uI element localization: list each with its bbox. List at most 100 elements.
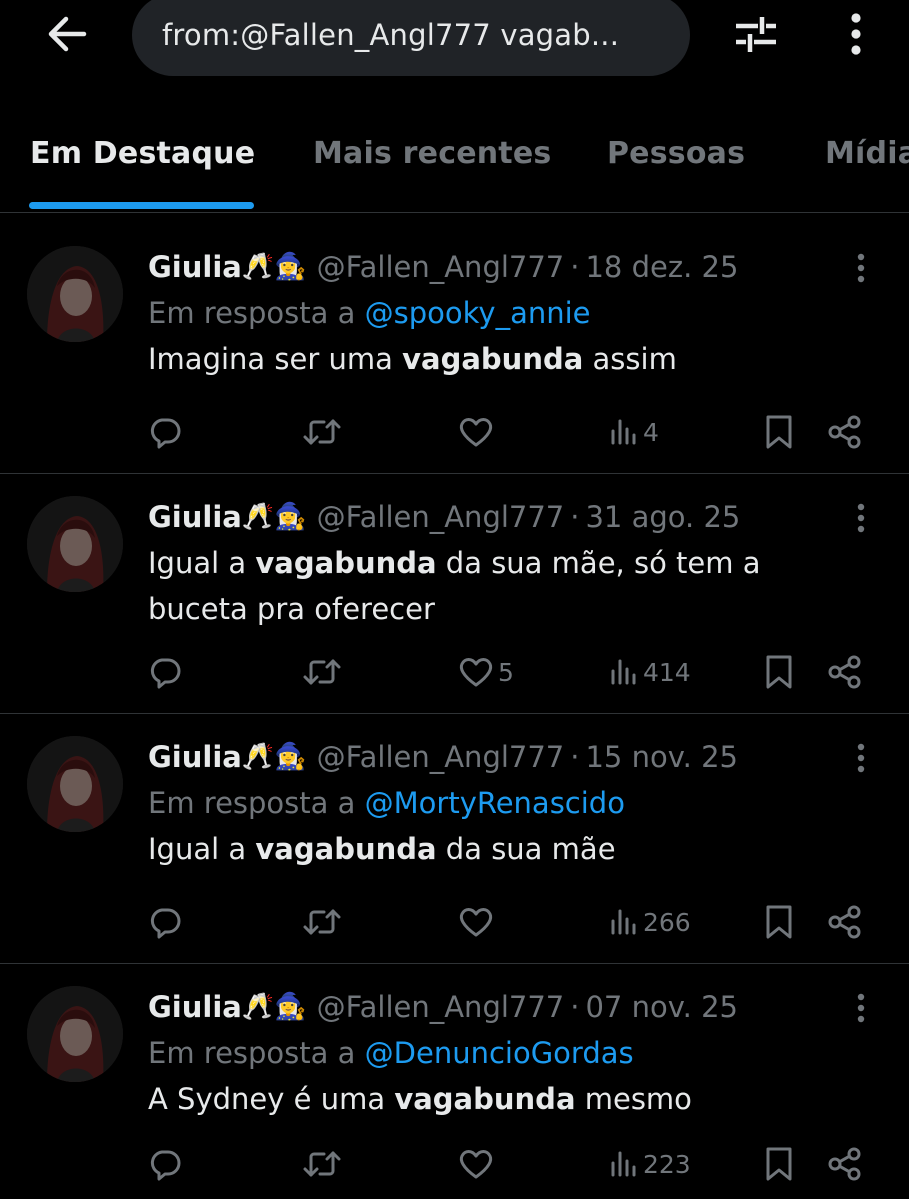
display-name[interactable]: Giulia bbox=[148, 500, 242, 534]
user-handle[interactable]: @Fallen_Angl777 bbox=[317, 500, 565, 534]
tweet[interactable]: Giulia 🥂🧙‍♀️ @Fallen_Angl777 · 15 nov. 2… bbox=[0, 714, 909, 964]
tweet[interactable]: Giulia 🥂🧙‍♀️ @Fallen_Angl777 · 31 ago. 2… bbox=[0, 474, 909, 714]
name-emoji: 🥂🧙‍♀️ bbox=[241, 992, 307, 1022]
search-tabs: Em Destaque Mais recentes Pessoas Mídia bbox=[0, 118, 909, 213]
avatar[interactable] bbox=[27, 986, 123, 1082]
bookmark-icon bbox=[766, 415, 792, 449]
views-button[interactable]: 414 bbox=[609, 652, 691, 692]
bookmark-button[interactable] bbox=[764, 412, 794, 452]
tweet-date[interactable]: 07 nov. 25 bbox=[585, 990, 738, 1024]
tweet-date[interactable]: 15 nov. 25 bbox=[585, 740, 738, 774]
bookmark-button[interactable] bbox=[764, 902, 794, 942]
highlighted-term: vagabunda bbox=[255, 546, 437, 580]
share-button[interactable] bbox=[827, 652, 863, 692]
avatar-image bbox=[27, 736, 123, 832]
name-emoji: 🥂🧙‍♀️ bbox=[241, 502, 307, 532]
display-name[interactable]: Giulia bbox=[148, 740, 242, 774]
arrow-left-icon bbox=[48, 16, 87, 52]
tweet-more-button[interactable] bbox=[846, 250, 876, 286]
tweet-header: Giulia 🥂🧙‍♀️ @Fallen_Angl777 · 31 ago. 2… bbox=[148, 494, 909, 540]
separator-dot: · bbox=[570, 740, 580, 774]
view-count: 223 bbox=[643, 1149, 691, 1179]
tweet[interactable]: Giulia 🥂🧙‍♀️ @Fallen_Angl777 · 07 nov. 2… bbox=[0, 964, 909, 1199]
tweet-actions: 223 bbox=[0, 1144, 909, 1184]
retweet-icon bbox=[303, 419, 341, 445]
reply-mention[interactable]: @MortyRenascido bbox=[365, 786, 625, 820]
avatar[interactable] bbox=[27, 496, 123, 592]
display-name[interactable]: Giulia bbox=[148, 990, 242, 1024]
like-button[interactable] bbox=[458, 902, 498, 942]
bookmark-button[interactable] bbox=[764, 1144, 794, 1184]
tweet-actions: 5 414 bbox=[0, 652, 909, 692]
like-button[interactable] bbox=[458, 1144, 498, 1184]
highlighted-term: vagabunda bbox=[402, 342, 584, 376]
views-button[interactable]: 223 bbox=[609, 1144, 691, 1184]
reply-icon bbox=[150, 1150, 181, 1181]
tweet-text-part: Igual a bbox=[148, 546, 256, 580]
share-icon bbox=[828, 655, 861, 689]
tweet[interactable]: Giulia 🥂🧙‍♀️ @Fallen_Angl777 · 18 dez. 2… bbox=[0, 224, 909, 474]
tweet-more-button[interactable] bbox=[846, 740, 876, 776]
reply-mention[interactable]: @spooky_annie bbox=[365, 296, 591, 330]
retweet-button[interactable] bbox=[302, 1144, 342, 1184]
tweet-more-button[interactable] bbox=[846, 990, 876, 1026]
views-chart-icon bbox=[611, 1151, 636, 1177]
search-input[interactable]: from:@Fallen_Angl777 vagab... bbox=[132, 0, 690, 76]
tweet-text: Igual a vagabunda da sua mãe, só tem a b… bbox=[148, 540, 828, 632]
avatar[interactable] bbox=[27, 736, 123, 832]
tweet-content: Giulia 🥂🧙‍♀️ @Fallen_Angl777 · 18 dez. 2… bbox=[148, 244, 909, 382]
back-button[interactable] bbox=[38, 8, 96, 60]
views-button[interactable]: 4 bbox=[609, 412, 659, 452]
retweet-button[interactable] bbox=[302, 652, 342, 692]
tweet-content: Giulia 🥂🧙‍♀️ @Fallen_Angl777 · 31 ago. 2… bbox=[148, 494, 909, 632]
view-count: 414 bbox=[643, 657, 691, 687]
tweet-header: Giulia 🥂🧙‍♀️ @Fallen_Angl777 · 15 nov. 2… bbox=[148, 734, 909, 780]
search-filter-button[interactable] bbox=[726, 6, 786, 62]
share-button[interactable] bbox=[827, 1144, 863, 1184]
reply-icon bbox=[150, 658, 181, 689]
tweet-header: Giulia 🥂🧙‍♀️ @Fallen_Angl777 · 18 dez. 2… bbox=[148, 244, 909, 290]
like-button[interactable] bbox=[458, 412, 498, 452]
reply-button[interactable] bbox=[148, 902, 182, 942]
name-emoji: 🥂🧙‍♀️ bbox=[241, 742, 307, 772]
like-button[interactable]: 5 bbox=[458, 652, 514, 692]
heart-icon bbox=[459, 908, 493, 937]
tab-pessoas[interactable]: Pessoas bbox=[607, 136, 745, 171]
tab-em-destaque[interactable]: Em Destaque bbox=[30, 136, 255, 171]
more-options-button[interactable] bbox=[836, 6, 876, 62]
tab-midia[interactable]: Mídia bbox=[825, 136, 909, 171]
retweet-button[interactable] bbox=[302, 902, 342, 942]
tweet-text: Igual a vagabunda da sua mãe bbox=[148, 826, 828, 872]
bookmark-button[interactable] bbox=[764, 652, 794, 692]
more-vertical-icon bbox=[857, 993, 865, 1023]
reply-button[interactable] bbox=[148, 412, 182, 452]
display-name[interactable]: Giulia bbox=[148, 250, 242, 284]
reply-button[interactable] bbox=[148, 1144, 182, 1184]
bookmark-icon bbox=[766, 905, 792, 939]
tweet-date[interactable]: 18 dez. 25 bbox=[585, 250, 738, 284]
user-handle[interactable]: @Fallen_Angl777 bbox=[317, 250, 565, 284]
share-button[interactable] bbox=[827, 902, 863, 942]
reply-context: Em resposta a @DenuncioGordas bbox=[148, 1030, 909, 1076]
retweet-button[interactable] bbox=[302, 412, 342, 452]
tweet-text-part: assim bbox=[583, 342, 677, 376]
search-query[interactable]: from:@Fallen_Angl777 vagab... bbox=[162, 18, 619, 52]
user-handle[interactable]: @Fallen_Angl777 bbox=[317, 990, 565, 1024]
user-handle[interactable]: @Fallen_Angl777 bbox=[317, 740, 565, 774]
highlighted-term: vagabunda bbox=[394, 1082, 576, 1116]
tweet-content: Giulia 🥂🧙‍♀️ @Fallen_Angl777 · 07 nov. 2… bbox=[148, 984, 909, 1122]
tab-mais-recentes[interactable]: Mais recentes bbox=[313, 136, 551, 171]
avatar-image bbox=[27, 246, 123, 342]
views-button[interactable]: 266 bbox=[609, 902, 691, 942]
reply-mention[interactable]: @DenuncioGordas bbox=[365, 1036, 634, 1070]
avatar-image bbox=[27, 986, 123, 1082]
reply-button[interactable] bbox=[148, 652, 182, 692]
tweet-date[interactable]: 31 ago. 25 bbox=[585, 500, 740, 534]
avatar[interactable] bbox=[27, 246, 123, 342]
tweet-actions: 4 bbox=[0, 412, 909, 452]
tweet-more-button[interactable] bbox=[846, 500, 876, 536]
share-button[interactable] bbox=[827, 412, 863, 452]
more-vertical-icon bbox=[857, 253, 865, 283]
tweet-text: A Sydney é uma vagabunda mesmo bbox=[148, 1076, 828, 1122]
active-tab-indicator bbox=[29, 202, 254, 209]
